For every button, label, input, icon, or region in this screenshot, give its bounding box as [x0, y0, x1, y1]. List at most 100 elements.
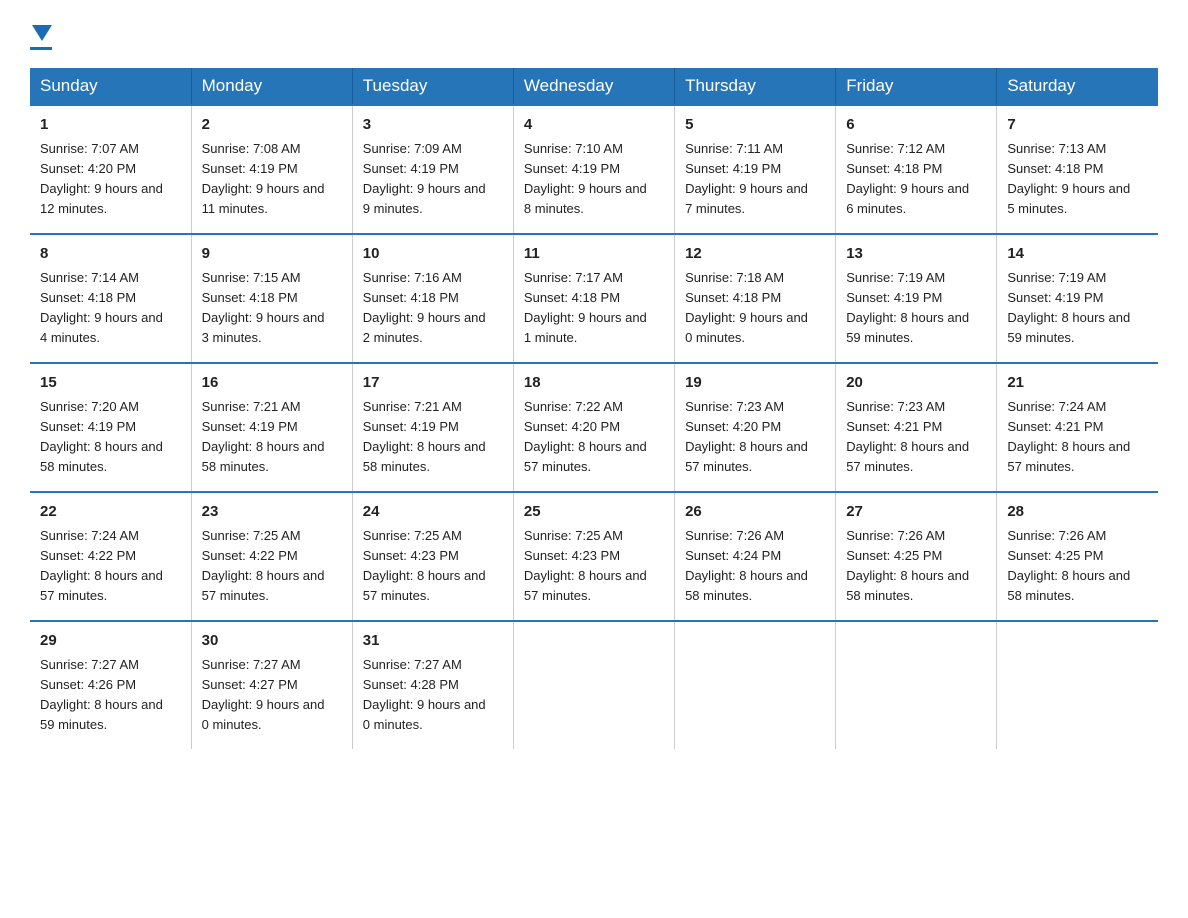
day-number: 11: [524, 243, 664, 266]
calendar-cell: [997, 621, 1158, 749]
day-info: Sunrise: 7:22 AMSunset: 4:20 PMDaylight:…: [524, 397, 664, 478]
calendar-cell: 26Sunrise: 7:26 AMSunset: 4:24 PMDayligh…: [675, 492, 836, 621]
weekday-header-sunday: Sunday: [30, 68, 191, 105]
day-number: 3: [363, 114, 503, 137]
calendar-cell: 24Sunrise: 7:25 AMSunset: 4:23 PMDayligh…: [352, 492, 513, 621]
day-number: 27: [846, 501, 986, 524]
day-info: Sunrise: 7:24 AMSunset: 4:22 PMDaylight:…: [40, 526, 181, 607]
day-info: Sunrise: 7:19 AMSunset: 4:19 PMDaylight:…: [846, 268, 986, 349]
calendar-cell: 10Sunrise: 7:16 AMSunset: 4:18 PMDayligh…: [352, 234, 513, 363]
calendar-week-row: 29Sunrise: 7:27 AMSunset: 4:26 PMDayligh…: [30, 621, 1158, 749]
calendar-cell: 6Sunrise: 7:12 AMSunset: 4:18 PMDaylight…: [836, 105, 997, 234]
day-number: 2: [202, 114, 342, 137]
day-number: 24: [363, 501, 503, 524]
calendar-cell: 1Sunrise: 7:07 AMSunset: 4:20 PMDaylight…: [30, 105, 191, 234]
calendar-cell: 17Sunrise: 7:21 AMSunset: 4:19 PMDayligh…: [352, 363, 513, 492]
weekday-header-friday: Friday: [836, 68, 997, 105]
day-info: Sunrise: 7:15 AMSunset: 4:18 PMDaylight:…: [202, 268, 342, 349]
day-number: 29: [40, 630, 181, 653]
day-info: Sunrise: 7:16 AMSunset: 4:18 PMDaylight:…: [363, 268, 503, 349]
calendar-cell: [513, 621, 674, 749]
calendar-cell: 30Sunrise: 7:27 AMSunset: 4:27 PMDayligh…: [191, 621, 352, 749]
day-number: 21: [1007, 372, 1148, 395]
day-info: Sunrise: 7:14 AMSunset: 4:18 PMDaylight:…: [40, 268, 181, 349]
logo: [30, 20, 52, 50]
day-info: Sunrise: 7:17 AMSunset: 4:18 PMDaylight:…: [524, 268, 664, 349]
weekday-header-monday: Monday: [191, 68, 352, 105]
calendar-cell: 22Sunrise: 7:24 AMSunset: 4:22 PMDayligh…: [30, 492, 191, 621]
day-number: 19: [685, 372, 825, 395]
calendar-cell: 21Sunrise: 7:24 AMSunset: 4:21 PMDayligh…: [997, 363, 1158, 492]
day-number: 17: [363, 372, 503, 395]
calendar-cell: 28Sunrise: 7:26 AMSunset: 4:25 PMDayligh…: [997, 492, 1158, 621]
day-number: 20: [846, 372, 986, 395]
day-info: Sunrise: 7:20 AMSunset: 4:19 PMDaylight:…: [40, 397, 181, 478]
calendar-cell: 11Sunrise: 7:17 AMSunset: 4:18 PMDayligh…: [513, 234, 674, 363]
day-info: Sunrise: 7:25 AMSunset: 4:22 PMDaylight:…: [202, 526, 342, 607]
day-number: 6: [846, 114, 986, 137]
calendar-cell: 23Sunrise: 7:25 AMSunset: 4:22 PMDayligh…: [191, 492, 352, 621]
day-info: Sunrise: 7:12 AMSunset: 4:18 PMDaylight:…: [846, 139, 986, 220]
day-info: Sunrise: 7:21 AMSunset: 4:19 PMDaylight:…: [202, 397, 342, 478]
calendar-cell: 12Sunrise: 7:18 AMSunset: 4:18 PMDayligh…: [675, 234, 836, 363]
day-info: Sunrise: 7:23 AMSunset: 4:20 PMDaylight:…: [685, 397, 825, 478]
day-info: Sunrise: 7:13 AMSunset: 4:18 PMDaylight:…: [1007, 139, 1148, 220]
calendar-week-row: 22Sunrise: 7:24 AMSunset: 4:22 PMDayligh…: [30, 492, 1158, 621]
calendar-cell: 9Sunrise: 7:15 AMSunset: 4:18 PMDaylight…: [191, 234, 352, 363]
weekday-header-saturday: Saturday: [997, 68, 1158, 105]
day-info: Sunrise: 7:26 AMSunset: 4:24 PMDaylight:…: [685, 526, 825, 607]
weekday-header-thursday: Thursday: [675, 68, 836, 105]
calendar-week-row: 8Sunrise: 7:14 AMSunset: 4:18 PMDaylight…: [30, 234, 1158, 363]
day-number: 7: [1007, 114, 1148, 137]
day-info: Sunrise: 7:27 AMSunset: 4:27 PMDaylight:…: [202, 655, 342, 736]
day-info: Sunrise: 7:18 AMSunset: 4:18 PMDaylight:…: [685, 268, 825, 349]
day-number: 26: [685, 501, 825, 524]
day-info: Sunrise: 7:11 AMSunset: 4:19 PMDaylight:…: [685, 139, 825, 220]
calendar-cell: 18Sunrise: 7:22 AMSunset: 4:20 PMDayligh…: [513, 363, 674, 492]
weekday-header-row: SundayMondayTuesdayWednesdayThursdayFrid…: [30, 68, 1158, 105]
calendar-cell: 25Sunrise: 7:25 AMSunset: 4:23 PMDayligh…: [513, 492, 674, 621]
day-number: 23: [202, 501, 342, 524]
calendar-cell: 29Sunrise: 7:27 AMSunset: 4:26 PMDayligh…: [30, 621, 191, 749]
day-number: 5: [685, 114, 825, 137]
calendar-cell: 14Sunrise: 7:19 AMSunset: 4:19 PMDayligh…: [997, 234, 1158, 363]
day-info: Sunrise: 7:23 AMSunset: 4:21 PMDaylight:…: [846, 397, 986, 478]
calendar-cell: 5Sunrise: 7:11 AMSunset: 4:19 PMDaylight…: [675, 105, 836, 234]
day-number: 14: [1007, 243, 1148, 266]
day-number: 13: [846, 243, 986, 266]
day-number: 15: [40, 372, 181, 395]
weekday-header-wednesday: Wednesday: [513, 68, 674, 105]
calendar-cell: 4Sunrise: 7:10 AMSunset: 4:19 PMDaylight…: [513, 105, 674, 234]
day-info: Sunrise: 7:24 AMSunset: 4:21 PMDaylight:…: [1007, 397, 1148, 478]
calendar-cell: 15Sunrise: 7:20 AMSunset: 4:19 PMDayligh…: [30, 363, 191, 492]
day-number: 30: [202, 630, 342, 653]
calendar-cell: [675, 621, 836, 749]
day-info: Sunrise: 7:25 AMSunset: 4:23 PMDaylight:…: [363, 526, 503, 607]
calendar-cell: 16Sunrise: 7:21 AMSunset: 4:19 PMDayligh…: [191, 363, 352, 492]
day-number: 31: [363, 630, 503, 653]
day-info: Sunrise: 7:10 AMSunset: 4:19 PMDaylight:…: [524, 139, 664, 220]
calendar-cell: 7Sunrise: 7:13 AMSunset: 4:18 PMDaylight…: [997, 105, 1158, 234]
day-number: 28: [1007, 501, 1148, 524]
page-header: [30, 20, 1158, 50]
day-info: Sunrise: 7:19 AMSunset: 4:19 PMDaylight:…: [1007, 268, 1148, 349]
calendar-week-row: 1Sunrise: 7:07 AMSunset: 4:20 PMDaylight…: [30, 105, 1158, 234]
day-number: 22: [40, 501, 181, 524]
calendar-cell: 8Sunrise: 7:14 AMSunset: 4:18 PMDaylight…: [30, 234, 191, 363]
day-number: 1: [40, 114, 181, 137]
day-info: Sunrise: 7:25 AMSunset: 4:23 PMDaylight:…: [524, 526, 664, 607]
day-info: Sunrise: 7:26 AMSunset: 4:25 PMDaylight:…: [846, 526, 986, 607]
calendar-table: SundayMondayTuesdayWednesdayThursdayFrid…: [30, 68, 1158, 749]
calendar-cell: 2Sunrise: 7:08 AMSunset: 4:19 PMDaylight…: [191, 105, 352, 234]
calendar-week-row: 15Sunrise: 7:20 AMSunset: 4:19 PMDayligh…: [30, 363, 1158, 492]
day-info: Sunrise: 7:07 AMSunset: 4:20 PMDaylight:…: [40, 139, 181, 220]
day-number: 12: [685, 243, 825, 266]
day-number: 8: [40, 243, 181, 266]
day-number: 18: [524, 372, 664, 395]
day-info: Sunrise: 7:27 AMSunset: 4:26 PMDaylight:…: [40, 655, 181, 736]
day-number: 16: [202, 372, 342, 395]
calendar-cell: 20Sunrise: 7:23 AMSunset: 4:21 PMDayligh…: [836, 363, 997, 492]
logo-triangle-icon: [32, 25, 52, 41]
weekday-header-tuesday: Tuesday: [352, 68, 513, 105]
day-number: 25: [524, 501, 664, 524]
